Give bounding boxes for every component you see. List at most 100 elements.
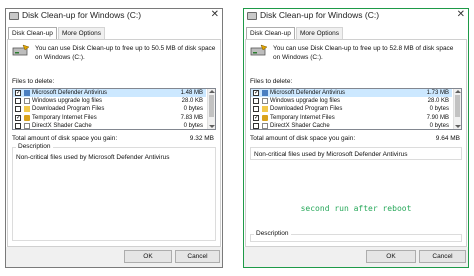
file-name: Windows upgrade log files — [270, 98, 341, 105]
file-row[interactable]: Downloaded Program Files 0 bytes — [13, 105, 206, 113]
drive-cleanup-icon — [12, 44, 30, 56]
file-name: Temporary Internet Files — [32, 114, 97, 121]
files-to-delete-label: Files to delete: — [250, 78, 293, 85]
shield-icon — [24, 90, 30, 96]
close-icon[interactable]: ✕ — [457, 9, 465, 20]
checkbox[interactable]: ✓ — [253, 114, 259, 121]
scroll-up-icon[interactable] — [209, 90, 215, 93]
shield-icon — [262, 90, 268, 96]
file-name: Downloaded Program Files — [270, 106, 343, 113]
disk-cleanup-app-icon — [247, 12, 257, 20]
checkbox[interactable] — [253, 106, 259, 113]
title-bar[interactable]: Disk Clean-up for Windows (C:) ✕ — [6, 9, 222, 24]
checkbox[interactable]: ✓ — [253, 90, 259, 96]
checkbox[interactable] — [15, 98, 21, 105]
file-name: Temporary Internet Files — [270, 114, 335, 121]
description-legend: Description — [16, 143, 53, 150]
vertical-scrollbar[interactable] — [453, 89, 461, 129]
checkbox[interactable] — [15, 106, 21, 113]
total-label: Total amount of disk space you gain: — [12, 135, 118, 142]
description-legend: Description — [254, 230, 291, 237]
file-row[interactable]: Windows upgrade log files 28.0 KB — [251, 97, 452, 105]
file-row[interactable]: ✓ Temporary Internet Files 7.90 MB — [251, 114, 452, 122]
description-group: Description Non-critical files used by M… — [12, 143, 216, 241]
cancel-button[interactable]: Cancel — [175, 250, 220, 263]
file-list[interactable]: ✓ Microsoft Defender Antivirus 1.48 MB W… — [12, 88, 216, 130]
checkbox[interactable]: ✓ — [15, 90, 21, 96]
file-size: 0 bytes — [429, 106, 449, 113]
file-row[interactable]: DirectX Shader Cache 0 bytes — [13, 122, 206, 129]
disk-cleanup-window-1: Disk Clean-up for Windows (C:) ✕ Disk Cl… — [5, 8, 223, 268]
file-size: 0 bytes — [183, 122, 203, 129]
annotation-text: second run after reboot — [300, 204, 412, 213]
description-text: Non-critical files used by Microsoft Def… — [254, 151, 408, 158]
info-text: You can use Disk Clean-up to free up to … — [273, 45, 454, 61]
tab-disk-cleanup[interactable]: Disk Clean-up — [8, 27, 57, 39]
lock-icon — [262, 114, 268, 121]
file-size: 28.0 KB — [181, 98, 203, 105]
vertical-scrollbar[interactable] — [207, 89, 215, 129]
document-icon — [262, 122, 268, 129]
checkbox[interactable] — [253, 122, 259, 129]
tab-panel: You can use Disk Clean-up to free up to … — [245, 39, 467, 247]
info-text: You can use Disk Clean-up to free up to … — [35, 45, 216, 61]
checkbox[interactable] — [253, 98, 259, 105]
file-name: DirectX Shader Cache — [270, 122, 330, 129]
button-bar: OK Cancel — [244, 247, 468, 267]
file-size: 28.0 KB — [427, 98, 449, 105]
document-icon — [24, 122, 30, 129]
folder-icon — [24, 106, 30, 113]
file-row[interactable]: Windows upgrade log files 28.0 KB — [13, 97, 206, 105]
cancel-button[interactable]: Cancel — [419, 250, 466, 263]
file-size: 1.73 MB — [426, 90, 449, 96]
file-name: Downloaded Program Files — [32, 106, 105, 113]
title-bar[interactable]: Disk Clean-up for Windows (C:) ✕ — [244, 9, 468, 24]
tab-panel: You can use Disk Clean-up to free up to … — [7, 39, 221, 247]
file-size: 0 bytes — [429, 122, 449, 129]
drive-cleanup-icon — [250, 44, 268, 56]
description-text: Non-critical files used by Microsoft Def… — [16, 154, 170, 161]
total-label: Total amount of disk space you gain: — [250, 135, 356, 142]
tab-disk-cleanup[interactable]: Disk Clean-up — [246, 27, 295, 39]
scroll-down-icon[interactable] — [209, 125, 215, 128]
total-value: 9.64 MB — [435, 135, 460, 142]
file-row[interactable]: ✓ Microsoft Defender Antivirus 1.73 MB — [251, 89, 452, 98]
button-bar: OK Cancel — [6, 247, 222, 267]
tab-more-options[interactable]: More Options — [58, 27, 106, 39]
disk-cleanup-app-icon — [9, 12, 19, 20]
file-size: 1.48 MB — [180, 90, 203, 96]
window-title: Disk Clean-up for Windows (C:) — [22, 10, 142, 20]
checkbox[interactable] — [15, 122, 21, 129]
file-name: DirectX Shader Cache — [32, 122, 92, 129]
scroll-up-icon[interactable] — [455, 90, 461, 93]
file-name: Microsoft Defender Antivirus — [32, 90, 108, 96]
lock-icon — [24, 114, 30, 121]
total-value: 9.32 MB — [189, 135, 214, 142]
file-row[interactable]: DirectX Shader Cache 0 bytes — [251, 122, 452, 129]
file-size: 7.90 MB — [426, 114, 449, 121]
files-to-delete-label: Files to delete: — [12, 78, 55, 85]
file-row[interactable]: ✓ Microsoft Defender Antivirus 1.48 MB — [13, 89, 206, 98]
disk-cleanup-window-2: Disk Clean-up for Windows (C:) ✕ Disk Cl… — [243, 8, 469, 268]
file-row[interactable]: Downloaded Program Files 0 bytes — [251, 105, 452, 113]
file-name: Microsoft Defender Antivirus — [270, 90, 346, 96]
ok-button[interactable]: OK — [366, 250, 416, 263]
file-list[interactable]: ✓ Microsoft Defender Antivirus 1.73 MB W… — [250, 88, 462, 130]
document-icon — [262, 98, 268, 105]
description-text-box: Non-critical files used by Microsoft Def… — [250, 147, 462, 160]
tab-more-options[interactable]: More Options — [296, 27, 344, 39]
scroll-thumb[interactable] — [455, 95, 460, 117]
folder-icon — [262, 106, 268, 113]
checkbox[interactable]: ✓ — [15, 114, 21, 121]
description-group: Description — [250, 230, 462, 242]
scroll-down-icon[interactable] — [455, 125, 461, 128]
file-row[interactable]: ✓ Temporary Internet Files 7.83 MB — [13, 114, 206, 122]
close-icon[interactable]: ✕ — [211, 9, 219, 20]
window-title: Disk Clean-up for Windows (C:) — [260, 10, 380, 20]
file-size: 7.83 MB — [180, 114, 203, 121]
ok-button[interactable]: OK — [124, 250, 172, 263]
document-icon — [24, 98, 30, 105]
scroll-thumb[interactable] — [209, 95, 214, 117]
file-name: Windows upgrade log files — [32, 98, 103, 105]
file-size: 0 bytes — [183, 106, 203, 113]
